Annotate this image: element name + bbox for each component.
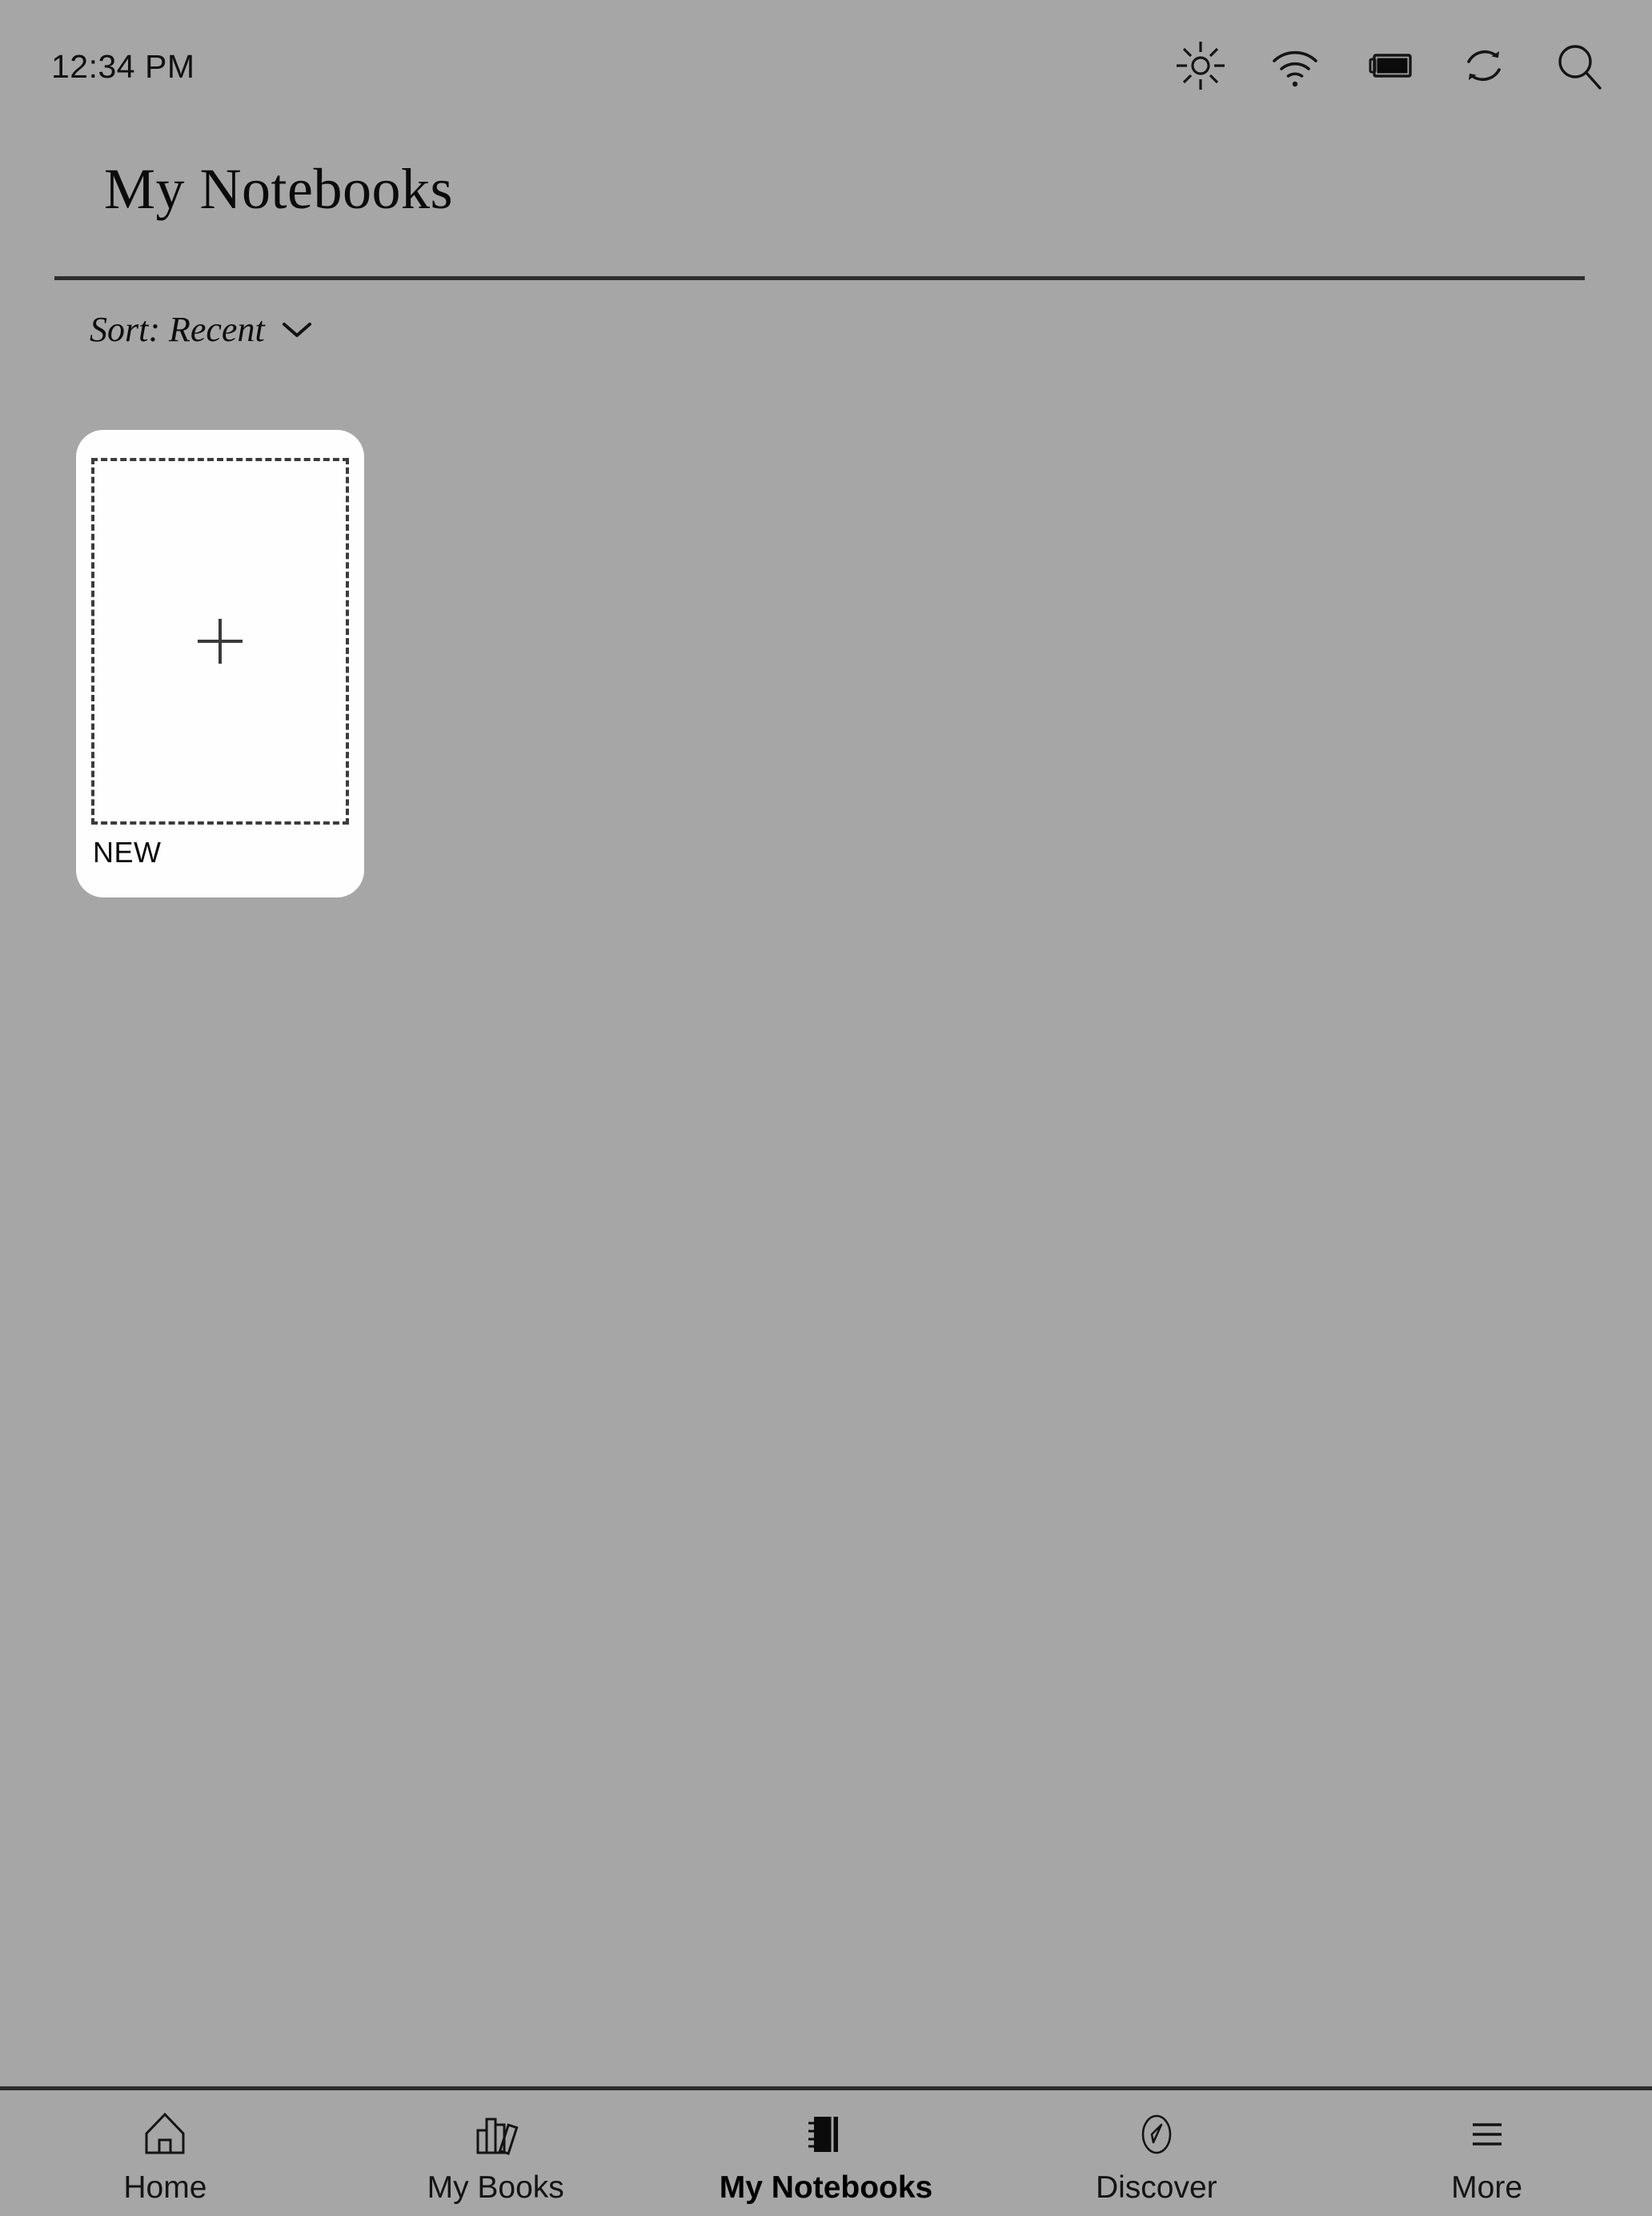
sort-label: Sort: Recent [90, 310, 265, 349]
sync-icon[interactable] [1458, 40, 1510, 91]
books-icon [471, 2110, 520, 2159]
nav-label-my-books: My Books [427, 2170, 564, 2205]
bottom-navigation-bar: Home My Books My Notebooks Discover More [0, 2086, 1652, 2216]
status-time: 12:34 PM [51, 48, 195, 85]
nav-label-more: More [1451, 2170, 1523, 2205]
battery-icon[interactable] [1364, 40, 1415, 91]
ereader-screen: 12:34 PM My Notebooks Sort: Recent NEW H… [0, 0, 1652, 2216]
nav-item-home[interactable]: Home [0, 2090, 331, 2216]
status-icon-group [1175, 40, 1604, 91]
nav-label-discover: Discover [1095, 2170, 1217, 2205]
plus-icon [194, 616, 246, 667]
home-icon [140, 2110, 190, 2159]
nav-item-my-books[interactable]: My Books [331, 2090, 661, 2216]
notebook-icon [801, 2110, 851, 2159]
new-notebook-dashed-area [91, 458, 349, 825]
hamburger-menu-icon [1462, 2110, 1512, 2159]
page-title: My Notebooks [104, 157, 453, 221]
nav-item-more[interactable]: More [1321, 2090, 1652, 2216]
chevron-down-icon [281, 319, 313, 340]
sort-dropdown[interactable]: Sort: Recent [90, 312, 313, 347]
nav-label-home: Home [123, 2170, 207, 2205]
new-notebook-card[interactable]: NEW [76, 430, 364, 897]
nav-item-discover[interactable]: Discover [991, 2090, 1321, 2216]
search-icon[interactable] [1553, 40, 1604, 91]
new-notebook-label: NEW [93, 836, 162, 869]
compass-icon [1132, 2110, 1181, 2159]
nav-item-my-notebooks[interactable]: My Notebooks [661, 2090, 992, 2216]
brightness-icon[interactable] [1175, 40, 1226, 91]
nav-label-my-notebooks: My Notebooks [719, 2170, 933, 2205]
wifi-icon[interactable] [1269, 40, 1321, 91]
status-bar: 12:34 PM [0, 0, 1652, 128]
header-divider [54, 276, 1585, 280]
notebook-grid: NEW [76, 430, 364, 897]
